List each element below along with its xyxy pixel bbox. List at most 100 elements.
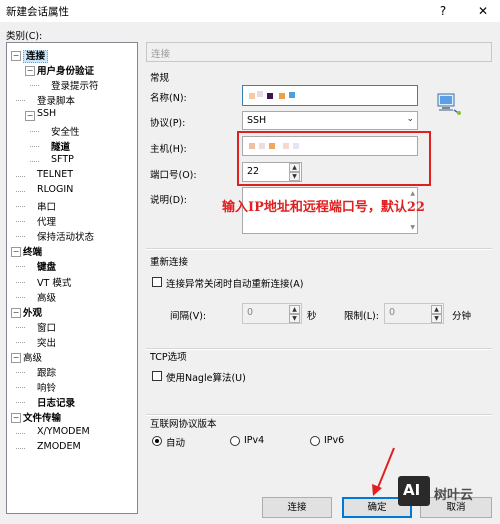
interval-field[interactable]: 0 ▲ ▼ <box>242 303 302 324</box>
blurred-text <box>267 93 273 99</box>
chevron-down-icon: ⌄ <box>406 114 414 124</box>
name-field[interactable] <box>242 85 418 106</box>
tree-item[interactable]: 隧道 <box>51 139 70 153</box>
tree-connector <box>16 372 25 374</box>
tree-item-label: 日志记录 <box>37 398 76 410</box>
network-computer-icon <box>436 92 462 116</box>
radio-ipv4-label: IPv4 <box>244 435 265 446</box>
tree-item[interactable]: 串口 <box>37 199 56 213</box>
tree-item-label: X/YMODEM <box>37 425 90 437</box>
tree-item[interactable]: 日志记录 <box>37 395 75 409</box>
protocol-select[interactable]: SSH ⌄ <box>242 111 418 130</box>
category-label: 类别(C): <box>6 31 43 42</box>
tree-connector <box>30 130 39 132</box>
tree-item[interactable]: 键盘 <box>37 259 56 273</box>
tree-item[interactable]: 窗口 <box>37 320 56 334</box>
blurred-text <box>257 91 263 97</box>
collapse-icon[interactable]: − <box>11 413 21 424</box>
tcp-heading: TCP选项 <box>150 352 187 363</box>
spin-down-icon[interactable]: ▼ <box>289 314 300 323</box>
tree-item-label: 键盘 <box>37 262 57 274</box>
tree-connector <box>16 221 25 223</box>
tree-item[interactable]: 高级 <box>37 290 56 304</box>
spin-up-icon[interactable]: ▲ <box>431 305 442 314</box>
watermark-logo-text: AI <box>403 481 421 499</box>
radio-auto[interactable] <box>152 436 162 446</box>
close-button[interactable]: ✕ <box>474 2 492 20</box>
watermark-logo: AI <box>398 476 430 506</box>
description-label: 说明(D): <box>150 195 187 206</box>
tree-item[interactable]: 保持活动状态 <box>37 229 94 243</box>
radio-auto-label: 自动 <box>166 438 186 449</box>
limit-label: 限制(L): <box>344 311 379 322</box>
category-tree[interactable]: 连接 − 用户身份验证 − 登录提示符 登录脚本 SSH − 安全性 隧道 SFTP TELNET RL… <box>6 42 138 514</box>
tree-item[interactable]: ZMODEM <box>37 441 81 452</box>
tree-item[interactable]: 外观 <box>23 305 42 319</box>
tree-item[interactable]: 文件传输 <box>23 410 61 424</box>
auto-reconnect-checkbox[interactable] <box>152 277 162 287</box>
spin-down-icon[interactable]: ▼ <box>431 314 442 323</box>
tree-connector <box>16 175 25 177</box>
tree-connector <box>16 447 25 449</box>
radio-ipv4[interactable] <box>230 436 240 446</box>
tree-item[interactable]: 用户身份验证 <box>37 63 94 77</box>
limit-field[interactable]: 0 ▲ ▼ <box>384 303 444 324</box>
port-label: 端口号(O): <box>150 170 197 181</box>
tree-connector <box>16 281 25 283</box>
blurred-text <box>249 93 255 99</box>
tree-item[interactable]: RLOGIN <box>37 184 73 195</box>
tree-item-label: 保持活动状态 <box>37 232 95 244</box>
tree-item-label: 突出 <box>37 337 57 349</box>
tree-connector <box>30 85 39 87</box>
tree-item-label: 高级 <box>23 353 43 364</box>
tree-item-label: 代理 <box>37 217 57 229</box>
tree-connector <box>16 326 25 328</box>
tree-item[interactable]: 高级 <box>23 350 42 364</box>
tree-item[interactable]: 登录脚本 <box>37 93 75 107</box>
tree-item[interactable]: VT 模式 <box>37 275 71 289</box>
tree-item-label: 终端 <box>23 247 43 259</box>
tree-item[interactable]: 连接 <box>23 48 49 63</box>
tree-item-label: 跟踪 <box>37 368 57 380</box>
blurred-text <box>279 93 285 99</box>
tree-connector <box>16 190 25 192</box>
tree-item[interactable]: 安全性 <box>51 124 80 138</box>
panel-header: 连接 <box>151 49 171 60</box>
annotation-arrow <box>372 447 395 496</box>
collapse-icon[interactable]: − <box>25 66 35 77</box>
spin-up-icon[interactable]: ▲ <box>289 305 300 314</box>
radio-ipv6[interactable] <box>310 436 320 446</box>
tree-item[interactable]: 代理 <box>37 214 56 228</box>
blurred-text <box>289 92 295 98</box>
tree-connector <box>16 266 25 268</box>
title-bar: 新建会话属性 ? ✕ <box>0 0 500 22</box>
nagle-checkbox[interactable] <box>152 371 162 381</box>
collapse-icon[interactable]: − <box>11 307 21 318</box>
collapse-icon[interactable]: − <box>25 111 35 122</box>
tree-item[interactable]: 突出 <box>37 335 56 349</box>
tree-item[interactable]: 终端 <box>23 244 42 258</box>
collapse-icon[interactable]: − <box>11 51 21 61</box>
ip-version-heading: 互联网协议版本 <box>150 419 217 430</box>
tree-item[interactable]: 登录提示符 <box>51 78 99 92</box>
collapse-icon[interactable]: − <box>11 247 21 258</box>
tree-item[interactable]: X/YMODEM <box>37 426 90 437</box>
connect-button[interactable]: 连接 <box>262 497 332 518</box>
collapse-icon[interactable]: − <box>11 353 21 363</box>
tree-item[interactable]: 响铃 <box>37 380 56 394</box>
tree-item[interactable]: 跟踪 <box>37 365 56 379</box>
tree-item-label: 文件传输 <box>23 413 62 425</box>
tree-item-label: 串口 <box>37 202 57 213</box>
tree-item[interactable]: SFTP <box>51 154 74 165</box>
tree-item[interactable]: TELNET <box>37 169 73 180</box>
auto-reconnect-label: 连接异常关闭时自动重新连接(A) <box>166 279 304 290</box>
limit-value: 0 <box>389 307 396 318</box>
protocol-value: SSH <box>247 115 267 126</box>
help-button[interactable]: ? <box>434 2 452 20</box>
protocol-label: 协议(P): <box>150 118 186 129</box>
tree-item[interactable]: SSH <box>37 108 56 119</box>
scroll-down-icon[interactable]: ▼ <box>410 224 415 231</box>
tree-item-label: RLOGIN <box>37 183 74 195</box>
tree-item-label: SSH <box>37 108 57 120</box>
tree-connector <box>16 100 25 102</box>
